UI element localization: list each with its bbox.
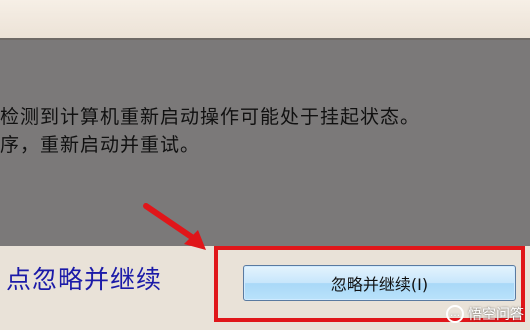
- message-line-1: 检测到计算机重新启动操作可能处于挂起状态。: [0, 106, 421, 128]
- speech-bubble-icon: …: [446, 305, 464, 323]
- top-band: [0, 0, 530, 40]
- hint-text: 点忽略并继续: [6, 265, 163, 294]
- ignore-and-continue-button[interactable]: 忽略并继续(I): [243, 265, 516, 301]
- watermark-text: 悟空问答: [468, 307, 524, 323]
- watermark: … 悟空问答: [446, 304, 524, 324]
- message-line-2: 序，重新启动并重试。: [0, 134, 201, 156]
- red-arrow-icon: [143, 203, 206, 250]
